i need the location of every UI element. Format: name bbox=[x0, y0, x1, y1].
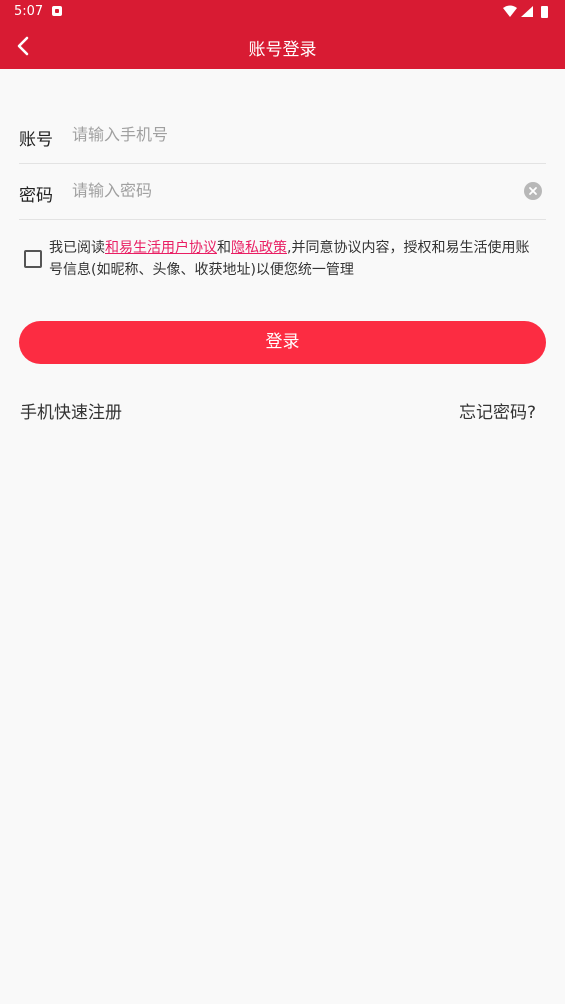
user-agreement-link[interactable]: 和易生活用户协议 bbox=[105, 240, 217, 256]
account-row: 账号 bbox=[19, 108, 546, 164]
status-bar: 5:07 bbox=[0, 0, 565, 24]
privacy-policy-link[interactable]: 隐私政策 bbox=[231, 240, 287, 256]
clear-icon bbox=[529, 187, 537, 195]
agreement-prefix: 我已阅读 bbox=[49, 240, 105, 256]
agreement-checkbox[interactable] bbox=[24, 250, 42, 268]
notification-icon bbox=[52, 6, 62, 16]
account-label: 账号 bbox=[19, 130, 53, 150]
status-icons bbox=[503, 5, 548, 18]
app-bar: 账号登录 bbox=[0, 24, 565, 69]
password-input[interactable] bbox=[72, 176, 502, 204]
agreement-middle: 和 bbox=[217, 240, 231, 256]
battery-icon bbox=[541, 6, 548, 18]
login-button[interactable]: 登录 bbox=[19, 321, 546, 364]
status-time: 5:07 bbox=[14, 4, 44, 19]
account-input[interactable] bbox=[72, 120, 502, 148]
register-link[interactable]: 手机快速注册 bbox=[20, 398, 122, 423]
clear-password-button[interactable] bbox=[524, 182, 542, 200]
wifi-icon bbox=[503, 5, 517, 17]
password-row: 密码 bbox=[19, 164, 546, 220]
signal-icon bbox=[521, 6, 533, 17]
agreement-text: 我已阅读和易生活用户协议和隐私政策,并同意协议内容，授权和易生活使用账号信息(如… bbox=[49, 237, 539, 281]
forgot-password-link[interactable]: 忘记密码? bbox=[459, 398, 536, 423]
password-label: 密码 bbox=[19, 186, 53, 206]
page-title: 账号登录 bbox=[248, 40, 317, 60]
